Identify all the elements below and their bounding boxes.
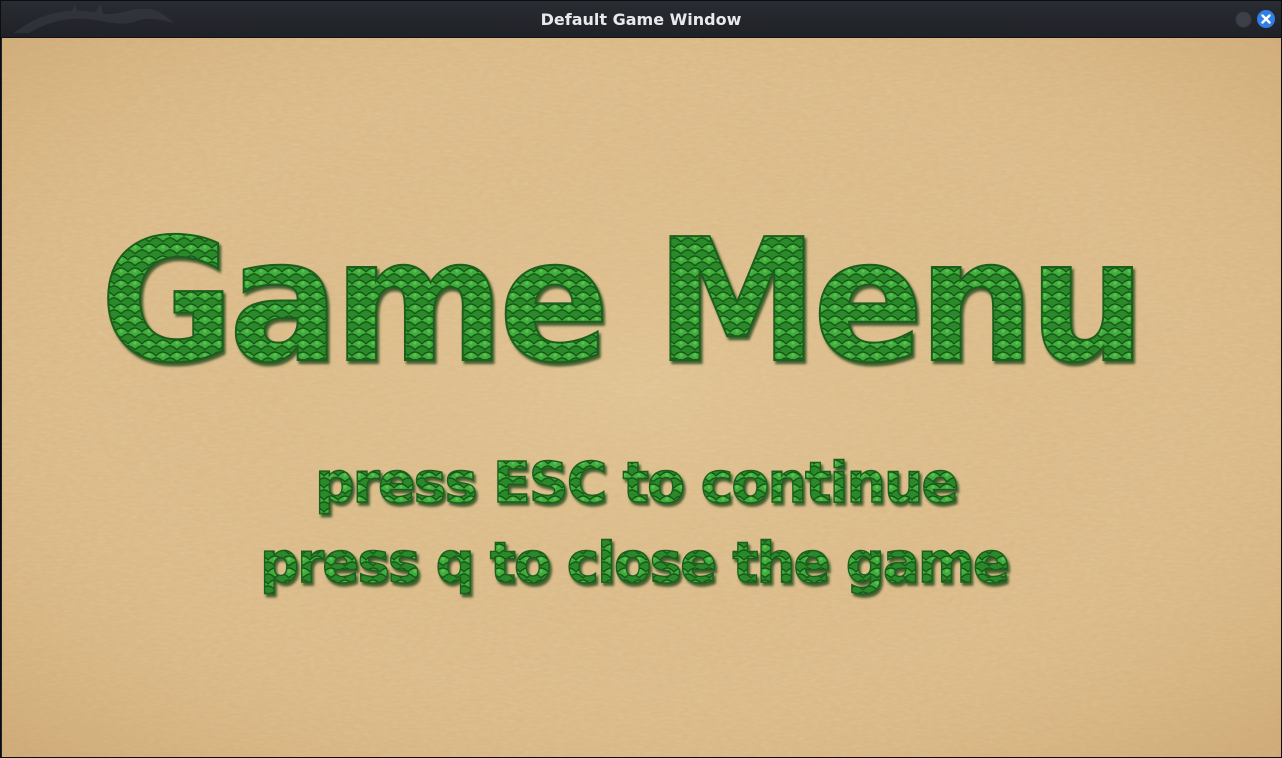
game-window: Default Game Window Game Menu press ESC … bbox=[0, 0, 1282, 758]
title-bar[interactable]: Default Game Window bbox=[1, 1, 1281, 38]
menu-title: Game Menu bbox=[100, 203, 1140, 401]
window-title: Default Game Window bbox=[540, 10, 742, 29]
close-icon bbox=[1261, 14, 1271, 24]
game-viewport[interactable]: Game Menu press ESC to continue press q … bbox=[2, 38, 1281, 757]
minimize-button[interactable] bbox=[1235, 11, 1252, 28]
close-button[interactable] bbox=[1257, 10, 1275, 28]
menu-overlay: Game Menu press ESC to continue press q … bbox=[99, 202, 1147, 597]
instruction-quit: press q to close the game bbox=[260, 531, 1008, 596]
instruction-continue: press ESC to continue bbox=[315, 451, 957, 516]
